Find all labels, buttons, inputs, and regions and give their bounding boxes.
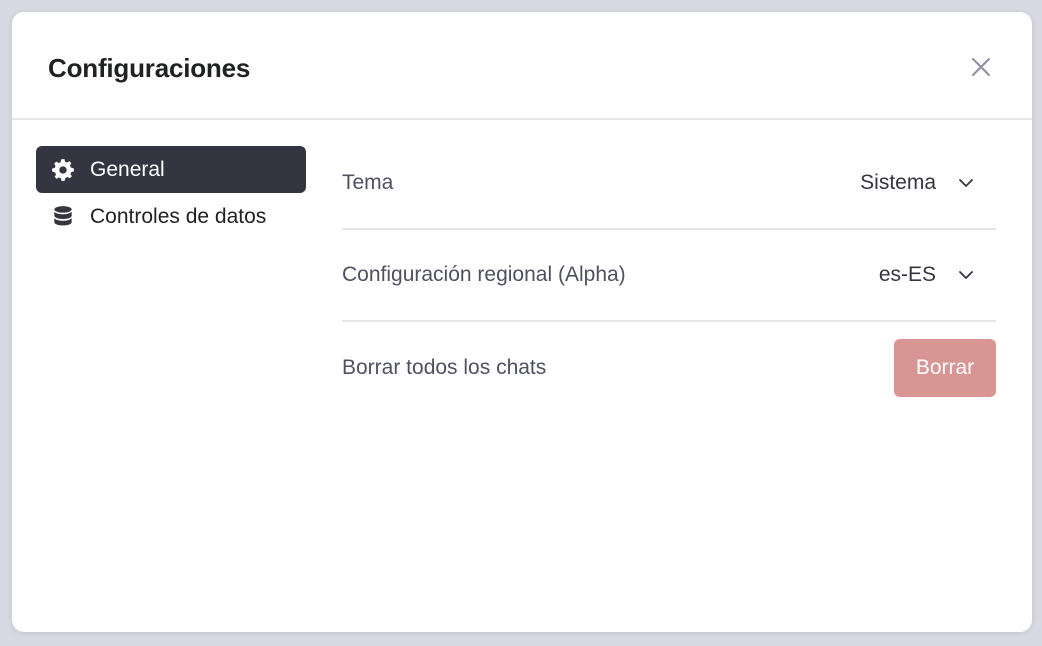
- sidebar-item-label: Controles de datos: [90, 204, 267, 228]
- sidebar-item-general[interactable]: General: [36, 146, 306, 193]
- dialog-header: Configuraciones: [12, 12, 1032, 120]
- settings-sidebar: General Controles de datos: [36, 146, 306, 240]
- chevron-down-icon: [958, 270, 974, 280]
- setting-row-locale: Configuración regional (Alpha) es-ES: [342, 230, 996, 322]
- theme-select[interactable]: Sistema: [860, 171, 996, 195]
- theme-label: Tema: [342, 171, 394, 194]
- settings-content: Tema Sistema Configuración regional (Alp…: [342, 138, 996, 414]
- locale-label: Configuración regional (Alpha): [342, 263, 626, 286]
- clear-chats-button[interactable]: Borrar: [894, 339, 996, 397]
- dialog-title: Configuraciones: [48, 53, 251, 83]
- sidebar-item-data-controls[interactable]: Controles de datos: [36, 193, 306, 240]
- locale-select[interactable]: es-ES: [879, 263, 996, 287]
- close-icon: [972, 58, 990, 76]
- theme-select-value: Sistema: [860, 171, 936, 194]
- sidebar-item-label: General: [90, 157, 165, 181]
- locale-select-value: es-ES: [878, 263, 936, 286]
- close-button[interactable]: [966, 52, 996, 82]
- settings-dialog: Configuraciones General Controles de dat…: [12, 12, 1032, 632]
- clear-chats-label: Borrar todos los chats: [342, 356, 547, 379]
- setting-row-clear-chats: Borrar todos los chats Borrar: [342, 322, 996, 414]
- database-icon: [50, 204, 76, 230]
- chevron-down-icon: [958, 178, 974, 188]
- setting-row-theme: Tema Sistema: [342, 138, 996, 230]
- gear-icon: [50, 157, 76, 183]
